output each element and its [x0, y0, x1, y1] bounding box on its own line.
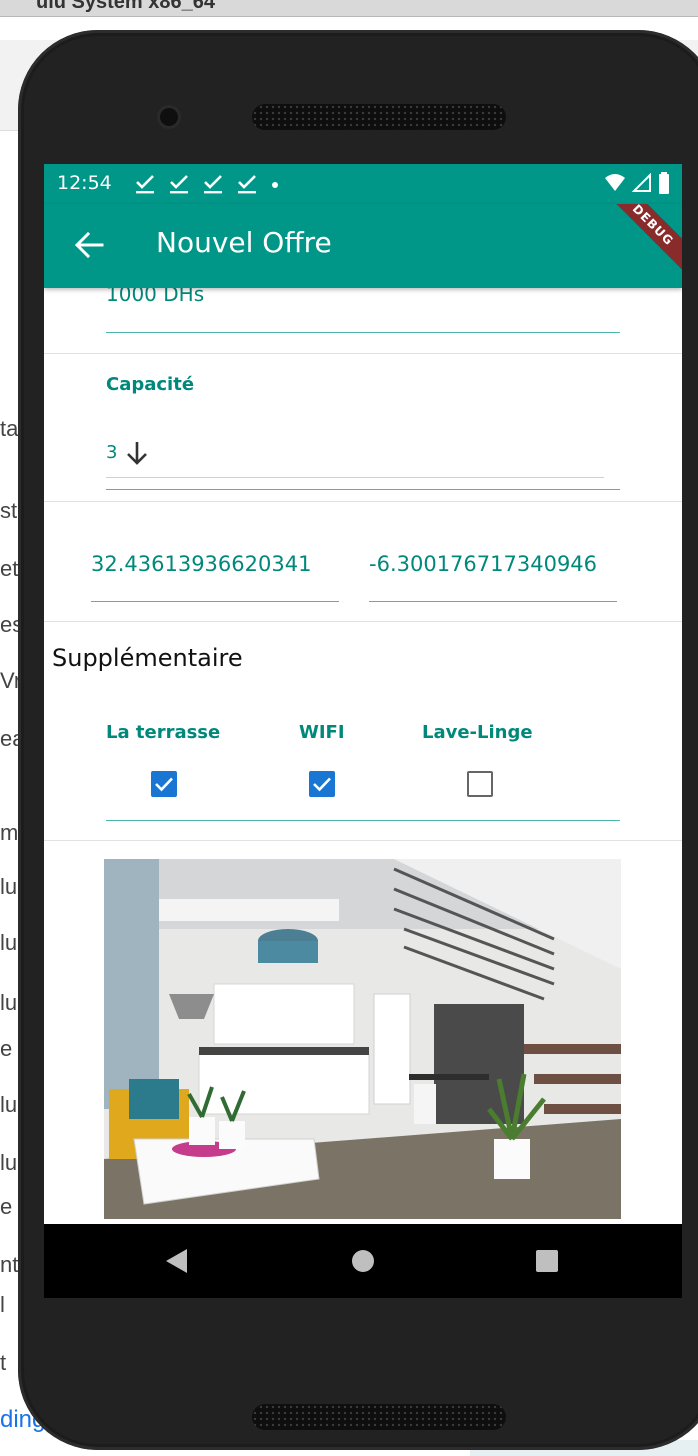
- longitude-underline: [369, 601, 617, 602]
- check-download-icon: [204, 175, 222, 194]
- notification-icons: [132, 170, 278, 196]
- host-side-text-fragment: m: [0, 820, 19, 845]
- form-scroll-area[interactable]: 1000 DHs Capacité 3 32.43613936620341 -6…: [44, 288, 682, 1224]
- host-side-text-fragment: e: [0, 1194, 13, 1219]
- longitude-input-value[interactable]: -6.300176717340946: [369, 552, 603, 576]
- capacity-selected-value[interactable]: 3: [106, 442, 117, 463]
- host-side-text-fragment: lu: [0, 990, 18, 1015]
- host-side-text-fragment: e: [0, 1036, 13, 1061]
- app-bar: Nouvel Offre DEBUG: [44, 204, 682, 288]
- host-side-text-fragment: ta: [0, 416, 19, 441]
- extras-underline: [106, 820, 620, 821]
- more-notifications-dot-icon: [272, 182, 278, 188]
- status-time: 12:54: [57, 172, 112, 194]
- extra-option-label-terrasse: La terrasse: [106, 722, 221, 743]
- host-window-titlebar: ulu System x86_64: [0, 0, 698, 17]
- extras-section-title: Supplémentaire: [52, 644, 243, 672]
- back-arrow-icon[interactable]: [72, 228, 106, 262]
- latitude-underline: [91, 601, 339, 602]
- section-divider: [44, 840, 682, 841]
- host-side-text-fragment: lu: [0, 874, 18, 899]
- capacity-label: Capacité: [106, 374, 195, 395]
- host-side-text-fragment: st: [0, 498, 18, 523]
- host-window-title: ulu System x86_64: [36, 0, 215, 13]
- front-camera: [160, 108, 178, 126]
- extra-option-label-wifi: WIFI: [299, 722, 345, 743]
- home-circle-icon[interactable]: [348, 1246, 378, 1276]
- section-divider: [44, 501, 682, 502]
- arrow-down-icon[interactable]: [122, 438, 152, 468]
- section-divider: [44, 621, 682, 622]
- extra-option-label-lave-linge: Lave-Linge: [422, 722, 533, 743]
- capacity-dropdown-underline: [106, 477, 604, 478]
- checkmark-icon: [155, 777, 173, 792]
- host-side-text-fragment: lu: [0, 1092, 18, 1117]
- wifi-icon: [605, 174, 625, 191]
- capacity-field-underline: [106, 489, 620, 490]
- status-bar: 12:54: [44, 164, 682, 204]
- signal-icon: [632, 173, 651, 192]
- checkmark-icon: [313, 777, 331, 792]
- host-side-text-fragment: et: [0, 556, 19, 581]
- host-side-text-fragment: l: [0, 1292, 5, 1317]
- checkbox-lave-linge[interactable]: [467, 771, 493, 797]
- check-download-icon: [170, 175, 188, 194]
- host-side-text-fragment: t: [0, 1350, 7, 1375]
- recents-square-icon[interactable]: [532, 1246, 562, 1276]
- apartment-photo[interactable]: [104, 859, 621, 1219]
- latitude-input-value[interactable]: 32.43613936620341: [91, 552, 339, 576]
- system-navigation-bar: [44, 1224, 682, 1298]
- back-triangle-icon[interactable]: [162, 1246, 192, 1276]
- debug-banner: DEBUG: [592, 204, 682, 286]
- top-speaker-grille: [252, 104, 506, 130]
- system-status-icons: [604, 172, 670, 194]
- checkbox-terrasse[interactable]: [151, 771, 177, 797]
- section-divider: [44, 353, 682, 354]
- price-field-underline: [106, 332, 620, 333]
- battery-icon: [659, 172, 669, 194]
- host-side-text-fragment: nt: [0, 1252, 19, 1277]
- check-download-icon: [136, 175, 154, 194]
- device-screen: 12:54 Nouvel Offre DEBUG 1000 DHs Capaci…: [44, 164, 682, 1298]
- host-side-text-fragment: lu: [0, 1150, 18, 1175]
- checkbox-wifi[interactable]: [309, 771, 335, 797]
- bottom-speaker-grille: [252, 1404, 506, 1430]
- check-download-icon: [238, 175, 256, 194]
- host-side-text-fragment: lu: [0, 930, 18, 955]
- price-input-value[interactable]: 1000 DHs: [106, 288, 204, 306]
- page-title: Nouvel Offre: [156, 226, 332, 259]
